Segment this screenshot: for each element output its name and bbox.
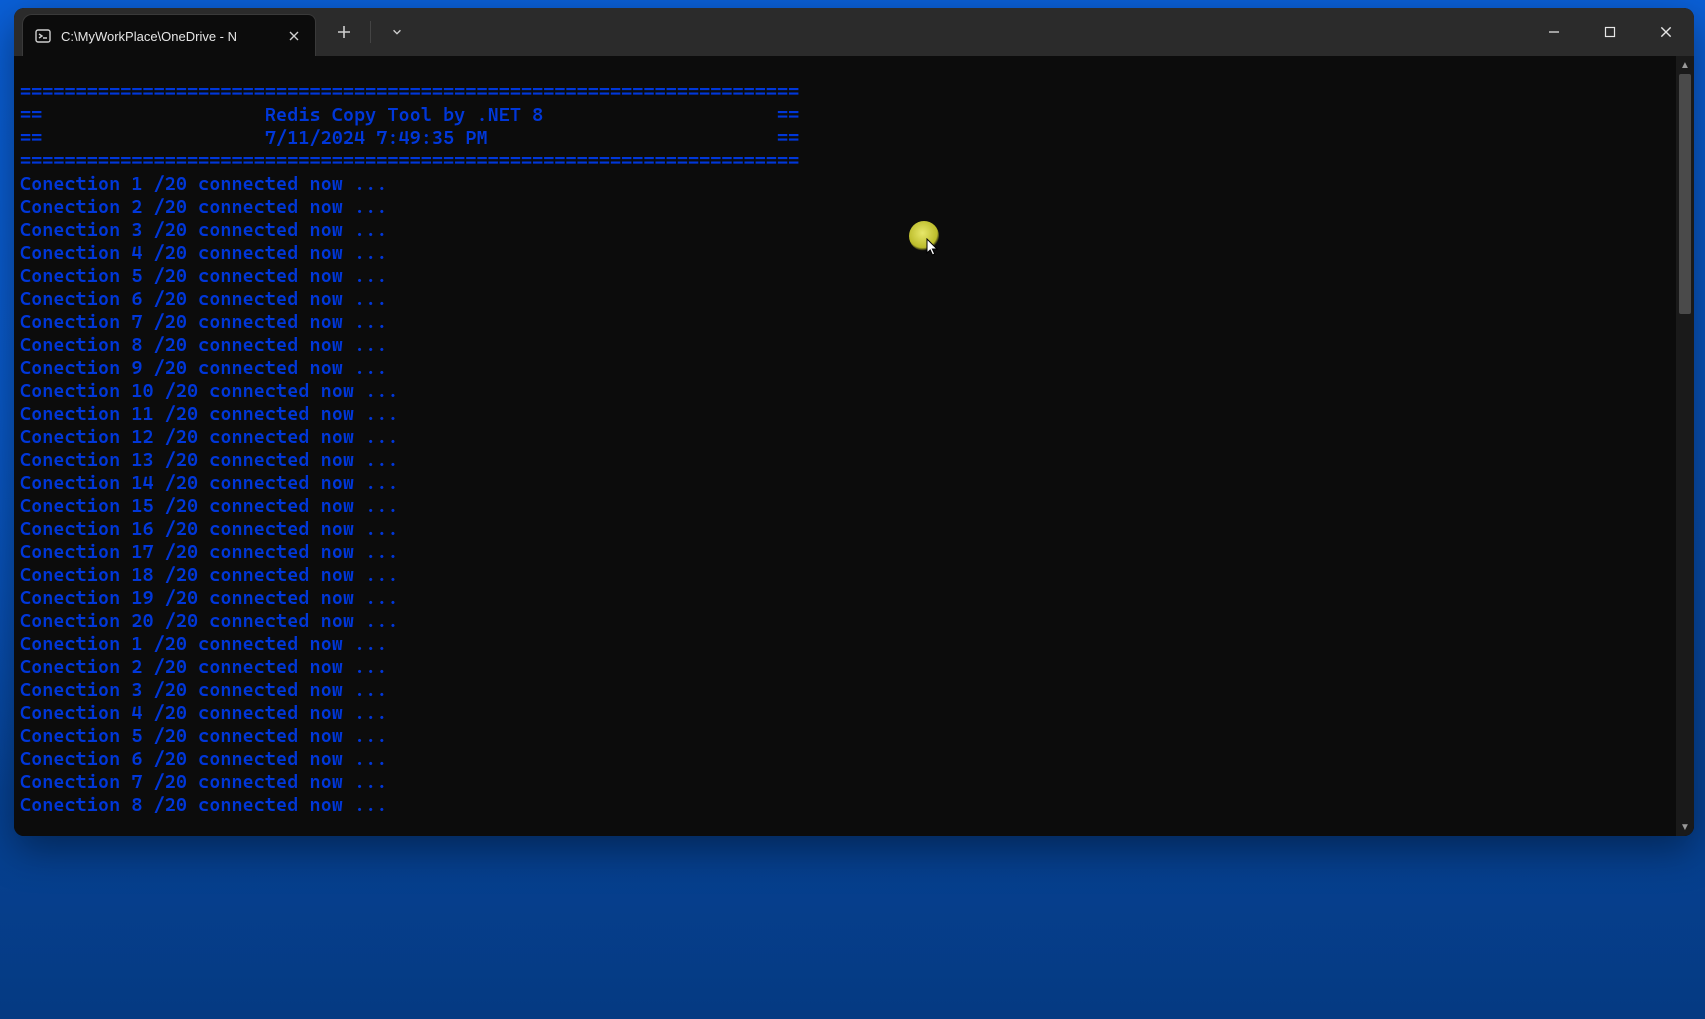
vertical-scrollbar[interactable]: ▲ ▼ xyxy=(1676,56,1694,836)
window-controls xyxy=(1526,8,1694,56)
scroll-down-button[interactable]: ▼ xyxy=(1676,818,1694,836)
titlebar-drag-area[interactable] xyxy=(417,8,1526,56)
new-tab-button[interactable] xyxy=(324,8,364,56)
active-tab[interactable]: C:\MyWorkPlace\OneDrive - N xyxy=(22,14,316,57)
titlebar[interactable]: C:\MyWorkPlace\OneDrive - N xyxy=(14,8,1694,56)
maximize-button[interactable] xyxy=(1582,8,1638,56)
close-window-button[interactable] xyxy=(1638,8,1694,56)
tab-title: C:\MyWorkPlace\OneDrive - N xyxy=(61,29,273,44)
scroll-up-button[interactable]: ▲ xyxy=(1676,56,1694,74)
terminal-icon xyxy=(35,28,51,44)
tabstrip-buttons xyxy=(324,8,417,56)
terminal-window: C:\MyWorkPlace\OneDrive - N xyxy=(14,8,1694,836)
terminal-viewport[interactable]: ========================================… xyxy=(14,56,1694,836)
minimize-button[interactable] xyxy=(1526,8,1582,56)
close-tab-button[interactable] xyxy=(283,25,305,47)
divider xyxy=(370,21,371,43)
tab-dropdown-button[interactable] xyxy=(377,8,417,56)
terminal-output: ========================================… xyxy=(14,75,1676,817)
scroll-thumb[interactable] xyxy=(1679,74,1691,314)
